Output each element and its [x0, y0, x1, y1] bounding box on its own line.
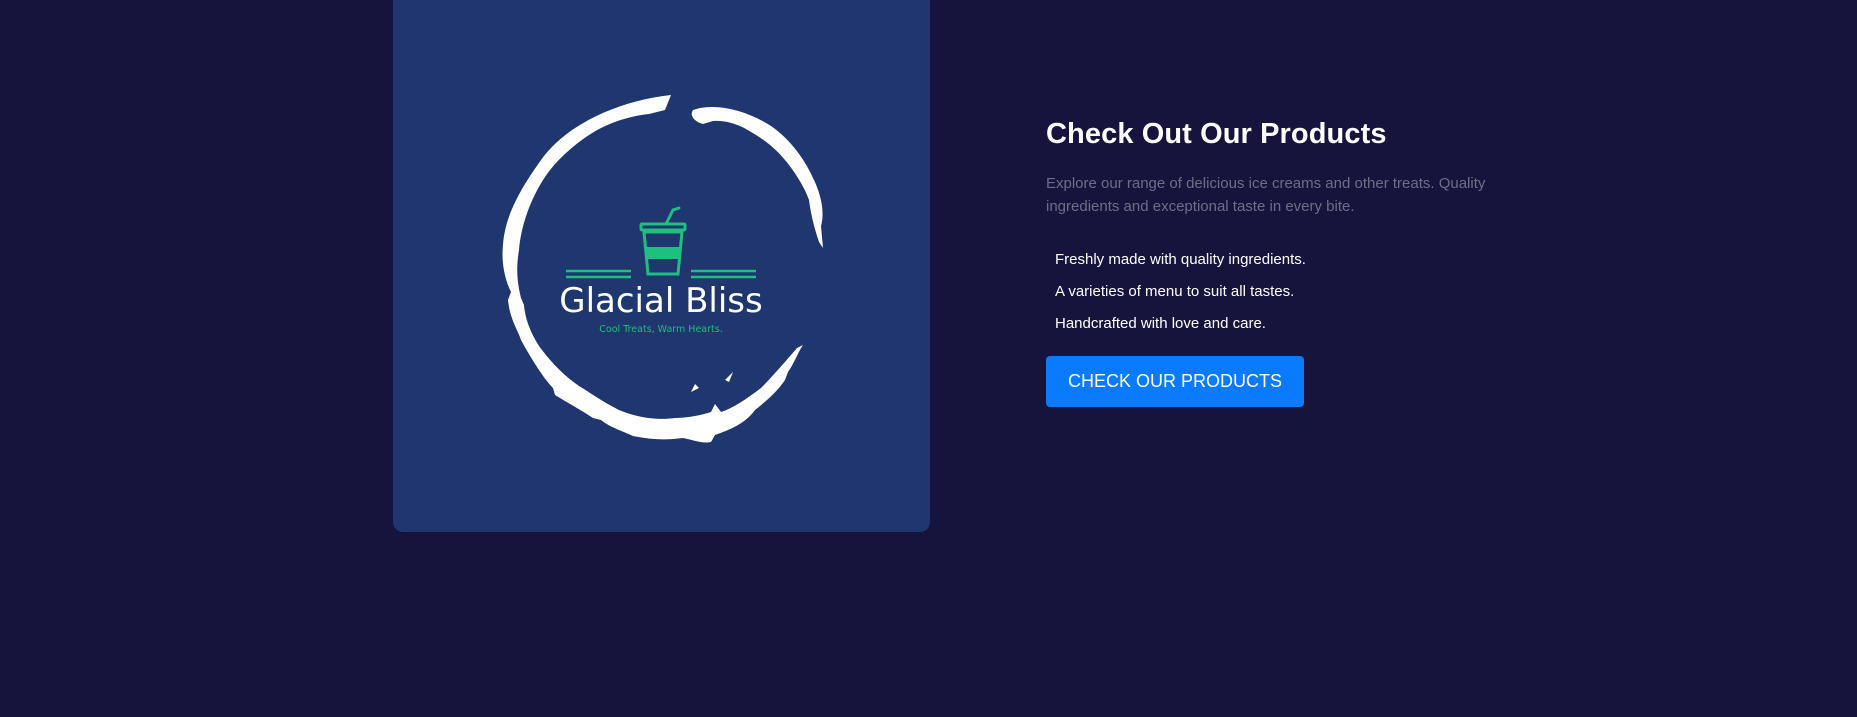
glacial-bliss-logo: Glacial Bliss Cool Treats, Warm Hearts. — [502, 95, 823, 443]
feature-item: A varieties of menu to suit all tastes. — [1055, 283, 1295, 300]
feature-item: Handcrafted with love and care. — [1055, 315, 1266, 332]
brush-ring — [502, 95, 823, 443]
check-products-button[interactable]: CHECK OUR PRODUCTS — [1046, 356, 1305, 407]
products-section: Check Out Our Products Explore our range… — [1046, 112, 1506, 407]
feature-item: Freshly made with quality ingredients. — [1055, 251, 1306, 268]
section-heading: Check Out Our Products — [1046, 118, 1387, 150]
brand-tagline: Cool Treats, Warm Hearts. — [599, 324, 722, 335]
feature-list: Freshly made with quality ingredients. A… — [1046, 244, 1506, 340]
logo-card: Glacial Bliss Cool Treats, Warm Hearts. — [393, 0, 930, 532]
section-description: Explore our range of delicious ice cream… — [1046, 175, 1486, 215]
brand-name: Glacial Bliss — [559, 281, 763, 321]
cup-icon — [639, 206, 687, 276]
